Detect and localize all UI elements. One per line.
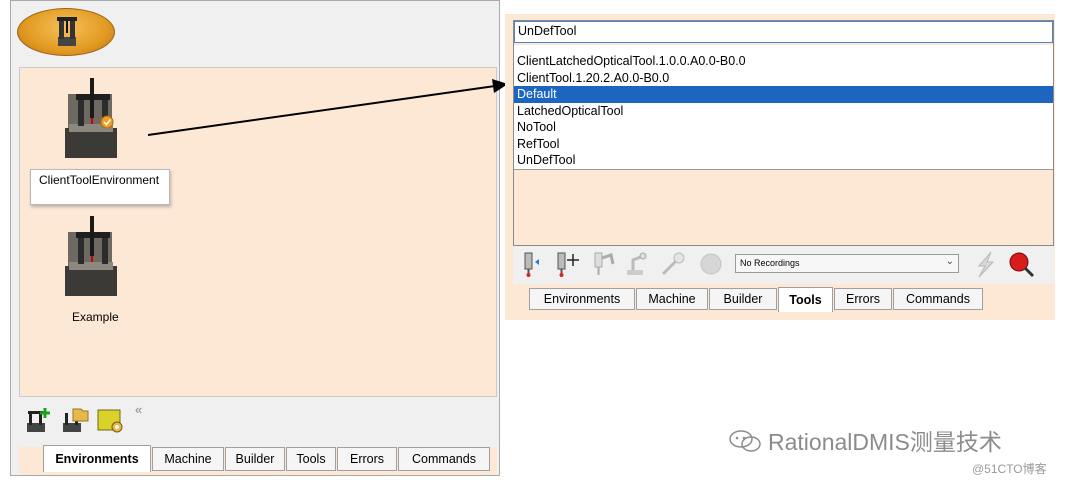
tool-option[interactable]: ClientTool.1.20.2.A0.0-B0.0 <box>514 70 1053 87</box>
tool-list-box: UnDefTool ClientLatchedOpticalTool.1.0.0… <box>513 20 1054 246</box>
environment-toolbar: « <box>19 401 497 441</box>
tool-option[interactable]: NoTool <box>514 119 1053 136</box>
tab-machine[interactable]: Machine <box>152 447 224 471</box>
tab-builder[interactable]: Builder <box>709 288 777 310</box>
client-tool-environment-icon[interactable] <box>60 76 122 168</box>
cmm-machine-icon <box>57 17 77 46</box>
current-environment-badge[interactable] <box>17 8 115 56</box>
tab-tools[interactable]: Tools <box>778 287 833 312</box>
tab-errors[interactable]: Errors <box>834 288 892 310</box>
client-tool-environment-label[interactable]: ClientToolEnvironment <box>30 169 170 205</box>
tab-builder[interactable]: Builder <box>225 447 285 471</box>
tab-environments[interactable]: Environments <box>529 288 635 310</box>
panel-header <box>11 1 499 63</box>
tab-environments[interactable]: Environments <box>43 445 151 472</box>
record-circle-icon <box>697 250 725 278</box>
environment-settings-icon[interactable] <box>95 405 125 435</box>
wechat-icon <box>729 430 761 452</box>
tools-panel: UnDefTool ClientLatchedOpticalTool.1.0.0… <box>505 14 1055 320</box>
tab-commands[interactable]: Commands <box>398 447 490 471</box>
recording-toolbar: No Recordings ⌄ <box>513 246 1054 284</box>
lightning-icon <box>971 250 999 278</box>
recording-select-value: No Recordings <box>740 258 800 268</box>
probe-move-icon[interactable] <box>553 250 581 278</box>
tool-select[interactable]: UnDefTool <box>514 21 1053 43</box>
wechat-watermark-text: RationalDMIS测量技术 <box>768 429 1002 455</box>
robot-arm-icon <box>623 250 651 278</box>
tool-option[interactable]: UnDefTool <box>514 152 1053 169</box>
tab-errors[interactable]: Errors <box>337 447 397 471</box>
magic-wand-icon <box>659 250 687 278</box>
tool-option[interactable]: LatchedOpticalTool <box>514 103 1053 120</box>
tab-machine[interactable]: Machine <box>636 288 708 310</box>
recording-select[interactable]: No Recordings ⌄ <box>735 254 959 273</box>
right-tab-bar: Environments Machine Builder Tools Error… <box>525 287 1055 314</box>
add-environment-icon[interactable] <box>23 405 53 435</box>
environment-canvas: ClientToolEnvironment Example <box>19 67 497 397</box>
tool-option-selected[interactable]: Default <box>514 86 1053 103</box>
tool-dropdown-list: ClientLatchedOpticalTool.1.0.0.A0.0-B0.0… <box>514 45 1053 170</box>
left-tab-bar: Environments Machine Builder Tools Error… <box>19 445 497 475</box>
tool-option[interactable]: RefTool <box>514 136 1053 153</box>
chevron-down-icon[interactable]: ⌄ <box>946 256 954 267</box>
site-watermark: @51CTO博客 <box>972 462 1047 476</box>
tab-commands[interactable]: Commands <box>893 288 983 310</box>
wechat-watermark: RationalDMIS测量技术 <box>728 423 1002 457</box>
example-environment-label[interactable]: Example <box>72 310 119 324</box>
probe-articulated-icon <box>589 250 617 278</box>
example-environment-icon[interactable] <box>60 214 122 306</box>
tool-option[interactable]: ClientLatchedOpticalTool.1.0.0.A0.0-B0.0 <box>514 53 1053 70</box>
environments-panel: ClientToolEnvironment Example « Environm… <box>10 0 500 476</box>
tab-tools[interactable]: Tools <box>286 447 336 471</box>
red-magnifier-icon[interactable] <box>1007 250 1035 278</box>
open-environment-icon[interactable] <box>59 405 89 435</box>
collapse-chevron-icon[interactable]: « <box>135 402 142 417</box>
probe-red-icon[interactable] <box>519 250 547 278</box>
